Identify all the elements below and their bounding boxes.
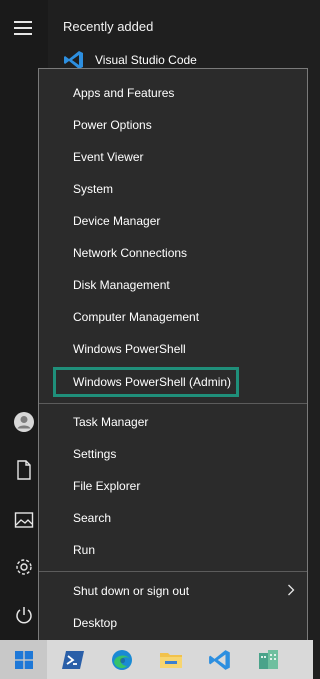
recently-added-heading: Recently added [63,19,154,34]
menu-item-label: File Explorer [73,479,141,493]
menu-item-label: Shut down or sign out [73,584,190,598]
windows-start-icon [14,650,33,669]
other-app-icon [259,649,278,669]
menu-item-desktop[interactable]: Desktop [39,607,307,639]
windows-start-button[interactable] [0,640,47,679]
vscode-icon [209,649,230,670]
document-icon[interactable] [12,458,36,482]
menu-item-label: Disk Management [73,278,170,292]
menu-item-label: Event Viewer [73,150,144,164]
menu-item-disk-management[interactable]: Disk Management [39,269,307,301]
menu-item-label: Search [73,511,112,525]
menu-item-run[interactable]: Run [39,534,307,566]
menu-item-label: Computer Management [73,310,200,324]
taskbar-file-explorer[interactable] [147,640,195,679]
menu-item-device-manager[interactable]: Device Manager [39,205,307,237]
menu-item-label: Settings [73,447,117,461]
menu-item-label: Desktop [73,616,118,630]
file-explorer-icon [160,652,182,668]
menu-item-label: Windows PowerShell (Admin) [73,375,232,389]
recent-item-label: Visual Studio Code [95,53,197,67]
menu-item-windows-powershell-admin[interactable]: Windows PowerShell (Admin) [39,366,307,398]
power-icon[interactable] [12,603,36,627]
taskbar-edge[interactable] [98,640,146,679]
menu-icon[interactable] [14,21,32,35]
menu-item-label: Power Options [73,118,152,132]
menu-item-power-options[interactable]: Power Options [39,109,307,141]
taskbar-vscode[interactable] [196,640,244,679]
taskbar-other-app[interactable] [245,640,293,679]
menu-item-label: System [73,182,114,196]
menu-item-search[interactable]: Search [39,502,307,534]
menu-item-label: Task Manager [73,415,149,429]
menu-item-label: Apps and Features [73,86,175,100]
menu-item-system[interactable]: System [39,173,307,205]
menu-item-label: Network Connections [73,246,188,260]
menu-item-event-viewer[interactable]: Event Viewer [39,141,307,173]
menu-item-computer-management[interactable]: Computer Management [39,301,307,333]
menu-item-shut-down-or-sign-out[interactable]: Shut down or sign out [39,575,307,607]
menu-item-label: Device Manager [73,214,161,228]
menu-separator [39,403,307,404]
powershell-icon [62,650,84,669]
pictures-icon[interactable] [12,508,36,532]
menu-item-windows-powershell[interactable]: Windows PowerShell [39,333,307,365]
menu-item-apps-and-features[interactable]: Apps and Features [39,77,307,109]
menu-separator [39,571,307,572]
user-icon[interactable] [12,410,36,434]
winx-context-menu: Apps and Features Power Options Event Vi… [38,68,308,646]
menu-item-file-explorer[interactable]: File Explorer [39,470,307,502]
chevron-right-icon [288,584,295,596]
taskbar-powershell[interactable] [49,640,97,679]
menu-item-network-connections[interactable]: Network Connections [39,237,307,269]
menu-item-label: Run [73,543,96,557]
settings-icon[interactable] [12,555,36,579]
taskbar [0,640,313,679]
edge-icon [112,649,132,670]
menu-item-settings[interactable]: Settings [39,438,307,470]
menu-item-task-manager[interactable]: Task Manager [39,406,307,438]
menu-item-label: Windows PowerShell [73,342,186,356]
